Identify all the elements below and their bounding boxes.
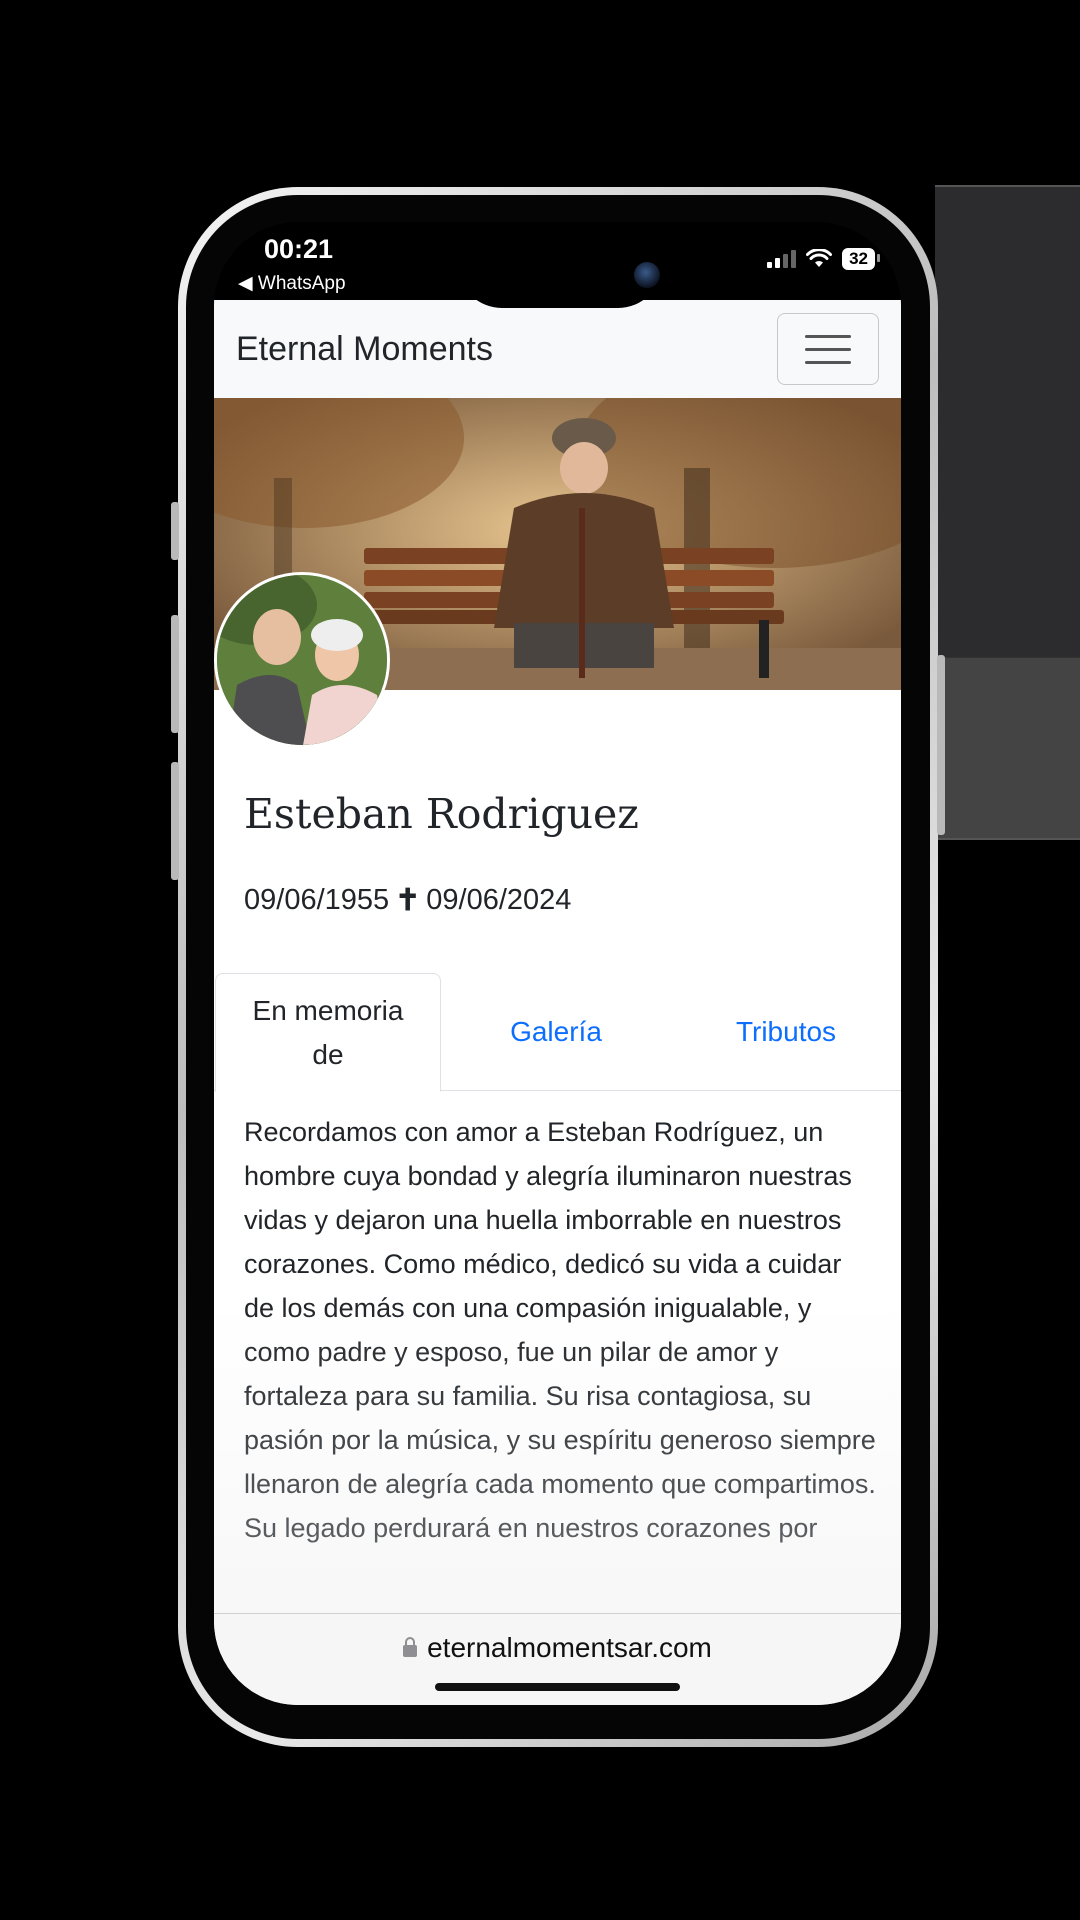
status-time: 00:21 xyxy=(264,234,334,264)
tab-bar: En memoria de Galería Tributos xyxy=(214,973,901,1092)
person-name: Esteban Rodriguez xyxy=(244,790,639,838)
life-dates: 09/06/1955 ✝ 09/06/2024 xyxy=(244,883,571,918)
web-page: Eternal Moments Esteban Rodriguez 09/06/… xyxy=(214,300,901,1705)
birth-date: 09/06/1955 xyxy=(244,884,390,916)
tab-en-memoria[interactable]: En memoria de xyxy=(215,973,441,1092)
navbar-toggle-button[interactable] xyxy=(777,313,879,385)
tab-galeria[interactable]: Galería xyxy=(441,973,671,1091)
tab-label: Tributos xyxy=(735,1016,837,1047)
death-date: 09/06/2024 xyxy=(426,884,572,916)
browser-address-bar[interactable]: eternalmomentsar.com xyxy=(214,1613,901,1705)
volume-down-button xyxy=(171,762,179,880)
volume-up-button xyxy=(171,615,179,733)
camera-icon xyxy=(634,262,660,288)
background-window xyxy=(935,185,1080,840)
hamburger-icon xyxy=(805,334,851,338)
phone-screen: 00:21 ◀ WhatsApp 32 Eternal Moments Este… xyxy=(214,222,901,1705)
status-indicators: 32 xyxy=(767,248,880,270)
action-button xyxy=(171,502,179,560)
tab-label: Galería xyxy=(510,1016,602,1047)
cross-icon: ✝ xyxy=(395,884,421,917)
tab-label: En memoria de xyxy=(252,994,404,1070)
url-text: eternalmomentsar.com xyxy=(427,1632,712,1663)
home-indicator[interactable] xyxy=(435,1683,680,1691)
navbar: Eternal Moments xyxy=(214,300,901,398)
tab-tributos[interactable]: Tributos xyxy=(671,973,901,1091)
profile-avatar xyxy=(214,572,390,748)
lock-icon xyxy=(403,1637,418,1657)
battery-icon: 32 xyxy=(842,248,880,270)
signal-icon xyxy=(767,250,797,268)
back-to-app-link[interactable]: ◀ WhatsApp xyxy=(238,272,346,295)
avatar-image xyxy=(217,575,387,745)
memorial-text: Recordamos con amor a Esteban Rodríguez,… xyxy=(244,1117,876,1543)
dynamic-island xyxy=(458,222,662,308)
power-button xyxy=(937,655,945,835)
wifi-icon xyxy=(806,249,833,267)
navbar-brand[interactable]: Eternal Moments xyxy=(236,330,493,369)
